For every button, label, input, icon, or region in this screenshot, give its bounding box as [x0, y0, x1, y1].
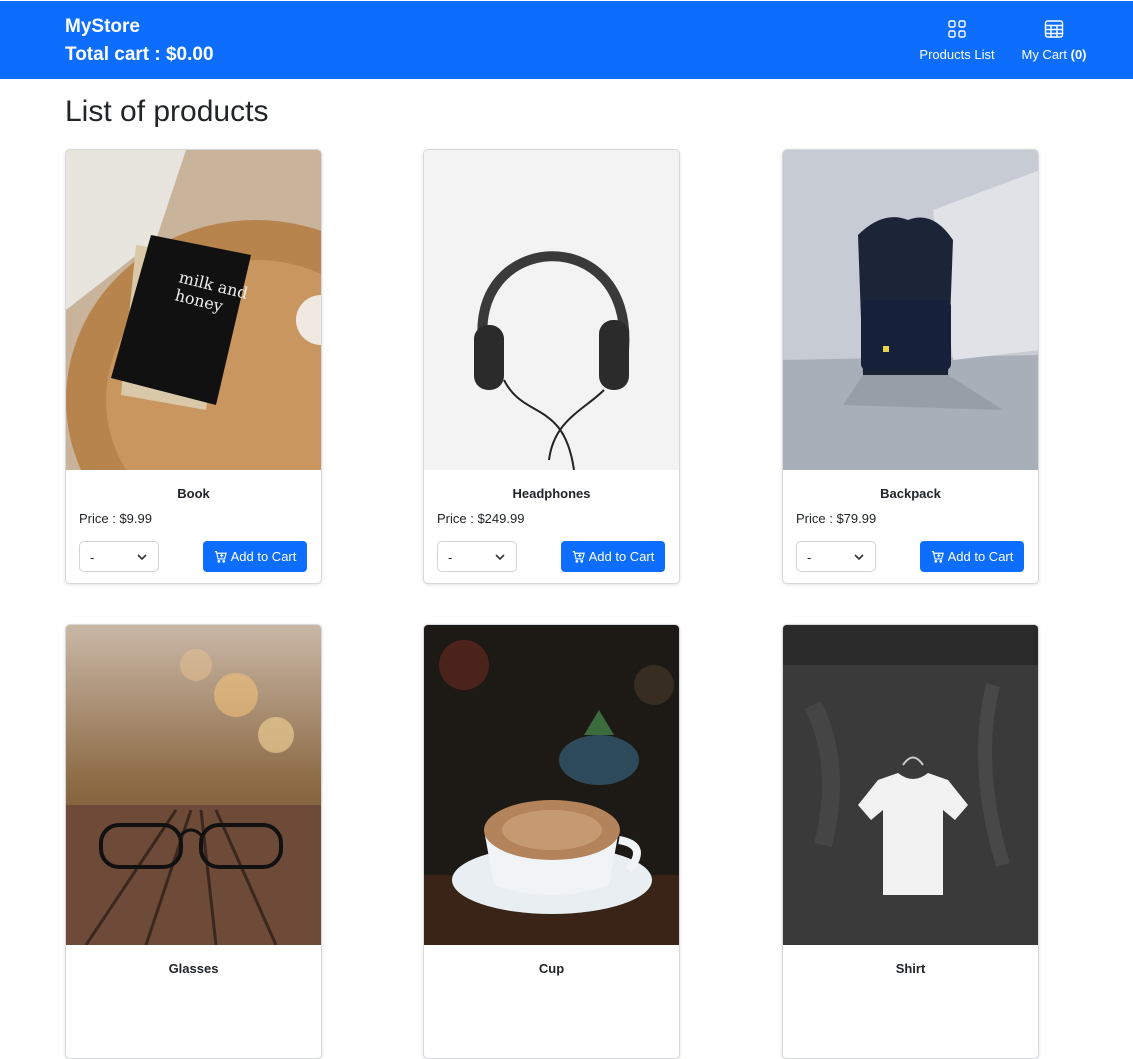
product-name: Shirt [895, 961, 926, 976]
product-card-headphones: Headphones Price : $249.99 - Add to Cart [423, 149, 680, 584]
product-name: Backpack [880, 486, 941, 501]
chevron-down-icon [137, 554, 147, 561]
add-to-cart-label: Add to Cart [230, 549, 297, 564]
cart-total: Total cart : $0.00 [65, 44, 214, 65]
cart-plus-icon [214, 551, 227, 563]
nav-my-cart[interactable]: My Cart (0) [1016, 19, 1092, 62]
nav-products-label: Products List [919, 47, 995, 62]
table-icon [1044, 20, 1064, 38]
add-to-cart-button[interactable]: Add to Cart [561, 541, 665, 572]
nav-cart-text: My Cart (0) [1021, 47, 1086, 62]
product-card-backpack: Backpack Price : $79.99 - Add to Cart [782, 149, 1039, 584]
product-price: Price : $9.99 [79, 511, 152, 526]
quantity-value: - [90, 550, 95, 565]
chevron-down-icon [495, 554, 505, 561]
quantity-select[interactable]: - [796, 541, 876, 572]
product-card-book: milk and honey Book Price : $9.99 - Add … [65, 149, 322, 584]
add-to-cart-button[interactable]: Add to Cart [203, 541, 307, 572]
add-to-cart-label: Add to Cart [588, 549, 655, 564]
product-name: Headphones [512, 486, 591, 501]
chevron-down-icon [854, 554, 864, 561]
cart-plus-icon [572, 551, 585, 563]
product-image-glasses [66, 625, 321, 945]
product-card-cup: Cup [423, 624, 680, 1059]
product-card-shirt: Shirt [782, 624, 1039, 1059]
product-image-backpack [783, 150, 1038, 470]
quantity-value: - [448, 550, 453, 565]
add-to-cart-button[interactable]: Add to Cart [920, 541, 1024, 572]
grid-icon [948, 20, 966, 38]
nav-cart-count: (0) [1070, 47, 1087, 62]
nav-cart-label: My Cart [1021, 47, 1067, 62]
product-name: Glasses [168, 961, 219, 976]
store-brand[interactable]: MyStore [65, 16, 140, 38]
product-name: Book [177, 486, 210, 501]
product-image-cup [424, 625, 679, 945]
quantity-select[interactable]: - [79, 541, 159, 572]
product-image-shirt [783, 625, 1038, 945]
nav-products-list[interactable]: Products List [916, 19, 998, 62]
page-title: List of products [65, 95, 269, 128]
product-name: Cup [538, 961, 565, 976]
add-to-cart-label: Add to Cart [947, 549, 1014, 564]
quantity-value: - [807, 550, 812, 565]
cart-plus-icon [931, 551, 944, 563]
product-card-glasses: Glasses [65, 624, 322, 1059]
quantity-select[interactable]: - [437, 541, 517, 572]
product-image-headphones [424, 150, 679, 470]
product-image-book: milk and honey [66, 150, 321, 470]
product-price: Price : $249.99 [437, 511, 525, 526]
navbar: MyStore Total cart : $0.00 Products List… [0, 1, 1133, 79]
product-price: Price : $79.99 [796, 511, 877, 526]
